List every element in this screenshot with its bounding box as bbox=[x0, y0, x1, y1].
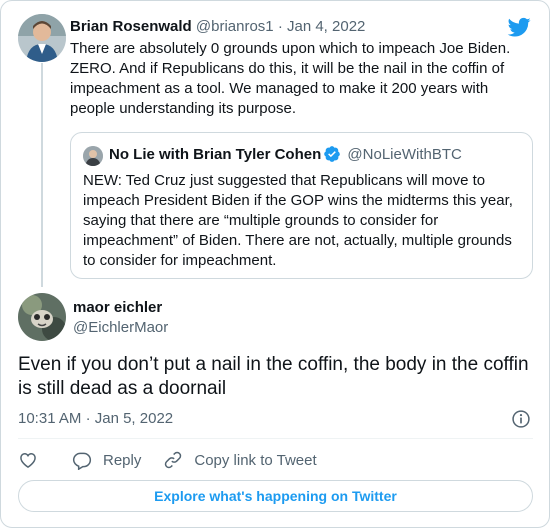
verified-badge-icon bbox=[324, 146, 341, 162]
quoted-author-avatar bbox=[83, 146, 103, 166]
reply-icon bbox=[72, 452, 92, 470]
author-name[interactable]: Brian Rosenwald bbox=[70, 18, 192, 35]
action-bar: Reply Copy link to Tweet bbox=[18, 450, 317, 470]
avatar-maor-eichler[interactable] bbox=[18, 293, 66, 341]
reply-label: Reply bbox=[103, 451, 142, 469]
separator-dot: · bbox=[85, 410, 91, 427]
quoted-tweet[interactable]: No Lie with Brian Tyler Cohen @NoLieWith… bbox=[70, 132, 533, 279]
reply-author-handle[interactable]: @EichlerMaor bbox=[73, 318, 168, 338]
explore-button[interactable]: Explore what's happening on Twitter bbox=[18, 480, 533, 512]
avatar-brian-rosenwald[interactable] bbox=[18, 14, 66, 62]
like-button[interactable] bbox=[18, 450, 38, 470]
separator-dot: · bbox=[277, 18, 283, 35]
embedded-tweet-card: Brian Rosenwald @brianros1 · Jan 4, 2022… bbox=[0, 0, 550, 528]
tweet-date[interactable]: Jan 4, 2022 bbox=[287, 18, 365, 35]
info-icon[interactable] bbox=[511, 409, 531, 429]
reply-date[interactable]: Jan 5, 2022 bbox=[95, 410, 173, 427]
author-handle[interactable]: @brianros1 bbox=[196, 18, 274, 35]
original-tweet-header: Brian Rosenwald @brianros1 · Jan 4, 2022 bbox=[70, 17, 365, 37]
reply-timestamp[interactable]: 10:31 AM · Jan 5, 2022 bbox=[18, 409, 173, 429]
reply-author-name[interactable]: maor eichler bbox=[73, 298, 162, 318]
divider bbox=[18, 438, 533, 439]
thread-connector-line bbox=[41, 63, 43, 287]
quoted-tweet-header: No Lie with Brian Tyler Cohen @NoLieWith… bbox=[109, 145, 462, 165]
reply-tweet-text: Even if you don’t put a nail in the coff… bbox=[18, 354, 529, 399]
heart-icon bbox=[20, 452, 36, 468]
link-icon bbox=[165, 451, 182, 469]
copy-link-label: Copy link to Tweet bbox=[194, 451, 317, 469]
reply-time[interactable]: 10:31 AM bbox=[18, 410, 81, 427]
quoted-tweet-text: NEW: Ted Cruz just suggested that Republ… bbox=[83, 172, 513, 269]
original-tweet-text: There are absolutely 0 grounds upon whic… bbox=[70, 40, 511, 117]
twitter-bird-icon[interactable] bbox=[507, 15, 531, 39]
copy-link-button[interactable]: Copy link to Tweet bbox=[163, 450, 317, 470]
quoted-author-name: No Lie with Brian Tyler Cohen bbox=[109, 146, 322, 163]
reply-button[interactable]: Reply bbox=[72, 450, 141, 470]
quoted-author-handle: @NoLieWithBTC bbox=[347, 146, 462, 163]
